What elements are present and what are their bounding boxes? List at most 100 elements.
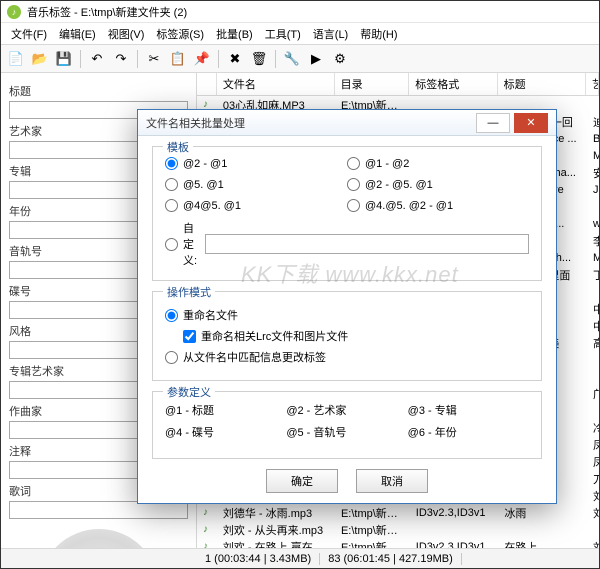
toolbar-btn[interactable]: 📋 [167,48,189,70]
cell-artist: 高胜美 [587,335,599,351]
radio-tpl-4[interactable] [347,178,360,191]
menu-batch[interactable]: 批量(B) [210,24,259,44]
toolbar-btn[interactable]: 📂 [29,48,51,70]
toolbar-separator [218,50,219,68]
param-3: @3 - 专辑 [408,402,529,418]
col-artist[interactable]: 艺术家 [586,73,599,95]
cancel-button[interactable]: 取消 [356,469,428,493]
status-selection: 1 (00:03:44 | 3.43MB) [197,553,320,565]
menu-view[interactable]: 视图(V) [102,24,151,44]
input-custom-template[interactable] [205,234,529,254]
radio-tpl-2[interactable] [347,157,360,170]
param-2: @2 - 艺术家 [286,402,407,418]
album-art-placeholder[interactable] [39,529,159,548]
cell-dir: E:\tmp\新建... [335,505,410,521]
main-toolbar: 📄 📂 💾 ↶ ↷ ✂ 📋 📌 ✖ 🗑 🔧 ▶ ⚙ [1,45,599,73]
dialog-close-button[interactable]: ✕ [514,113,548,133]
toolbar-btn[interactable]: ↶ [86,48,108,70]
cell-title: 冰雨 [498,505,587,521]
table-row[interactable]: ♪刘欢 - 从头再来.mp3E:\tmp\新建... [197,521,599,538]
param-5: @5 - 音轨号 [286,424,407,440]
param-6: @6 - 年份 [408,424,529,440]
radio-rename-file[interactable] [165,309,178,322]
radio-tpl-5[interactable] [165,199,178,212]
toolbar-separator [80,50,81,68]
toolbar-btn[interactable]: 🔧 [281,48,303,70]
cell-artist: Bon Jovi [587,133,599,145]
radio-parse-filename[interactable] [165,351,178,364]
dialog-titlebar[interactable]: 文件名相关批量处理 — ✕ [138,110,556,136]
col-directory[interactable]: 目录 [335,73,410,95]
toolbar-btn[interactable]: ✖ [224,48,246,70]
music-icon: ♪ [197,507,217,518]
cell-fmt: ID3v2.3,ID3v1 [410,507,499,519]
cell-fmt: ID3v2.3,ID3v1 [410,541,499,549]
menu-tools[interactable]: 工具(T) [259,24,307,44]
cell-artist: 迪士高 [587,114,599,130]
toolbar-btn[interactable]: ✂ [143,48,165,70]
cell-artist: Maria Arredon... [587,150,599,162]
toolbar-btn[interactable]: ▶ [305,48,327,70]
menu-tagsource[interactable]: 标签源(S) [150,24,210,44]
dialog-minimize-button[interactable]: — [476,113,510,133]
cell-artist: Jay-Z Feat Lin... [587,184,599,196]
cell-artist: 安立奎 [587,165,599,181]
window-titlebar: ♪ 音乐标签 - E:\tmp\新建文件夹 (2) [1,1,599,23]
group-mode-label: 操作模式 [163,284,215,300]
toolbar-separator [275,50,276,68]
toolbar-btn[interactable]: 🗑 [248,48,270,70]
cell-artist: 刘德华 [587,505,599,521]
menu-file[interactable]: 文件(F) [5,24,53,44]
cell-name: 刘欢 - 在路上 赢在... [217,539,335,549]
menu-language[interactable]: 语言(L) [307,24,354,44]
music-icon: ♪ [197,541,217,548]
cell-artist: 刘欢 [587,539,599,549]
cell-artist: 刀郎 [587,471,599,487]
toolbar-btn[interactable]: ↷ [110,48,132,70]
col-title[interactable]: 标题 [498,73,586,95]
col-filename[interactable]: 文件名 [217,73,335,95]
cell-artist: Moonlight Sh... [587,252,599,264]
ok-button[interactable]: 确定 [266,469,338,493]
cell-title: 在路上 [498,539,587,549]
cell-artist: 凤凰传奇 [587,454,599,470]
window-title: 音乐标签 - E:\tmp\新建文件夹 (2) [27,4,187,20]
toolbar-btn[interactable]: ⚙ [329,48,351,70]
table-row[interactable]: ♪刘德华 - 冰雨.mp3E:\tmp\新建...ID3v2.3,ID3v1冰雨… [197,504,599,521]
radio-tpl-1[interactable] [165,157,178,170]
radio-tpl-3[interactable] [165,178,178,191]
toolbar-separator [137,50,138,68]
col-tagformat[interactable]: 标签格式 [409,73,497,95]
toolbar-btn[interactable]: 📄 [5,48,27,70]
toolbar-btn[interactable]: 📌 [191,48,213,70]
cell-artist: 中国古筝经典... [587,318,599,334]
param-4: @4 - 碟号 [165,424,286,440]
batch-filename-dialog: 文件名相关批量处理 — ✕ 模板 @2 - @1 @1 - @2 @5. @1 … [137,109,557,504]
radio-tpl-custom[interactable] [165,238,178,251]
col-icon[interactable] [197,73,217,95]
cell-dir: E:\tmp\新建... [335,539,410,549]
main-menubar: 文件(F) 编辑(E) 视图(V) 标签源(S) 批量(B) 工具(T) 语言(… [1,23,599,45]
menu-help[interactable]: 帮助(H) [354,24,403,44]
cell-artist: 丁邦&樊桐舟 [587,267,599,283]
cell-artist: www.djttt.co... [587,218,599,230]
dialog-title-text: 文件名相关批量处理 [146,115,476,131]
group-template-label: 模板 [163,139,193,155]
group-params-label: 参数定义 [163,384,215,400]
cell-name: 刘德华 - 冰雨.mp3 [217,505,335,521]
music-icon: ♪ [197,524,217,535]
toolbar-btn[interactable]: 💾 [53,48,75,70]
cell-artist: 李克勤 [587,233,599,249]
radio-tpl-6[interactable] [347,199,360,212]
cell-artist: 中国古筝经典... [587,301,599,317]
checkbox-rename-related[interactable] [183,330,196,343]
app-icon: ♪ [7,5,21,19]
status-total: 83 (06:01:45 | 427.19MB) [320,553,462,565]
cell-artist: 刘德华 [587,488,599,504]
table-row[interactable]: ♪刘欢 - 在路上 赢在...E:\tmp\新建...ID3v2.3,ID3v1… [197,538,599,548]
cell-name: 刘欢 - 从头再来.mp3 [217,522,335,538]
cell-artist: 冷漠 [587,420,599,436]
statusbar: 1 (00:03:44 | 3.43MB) 83 (06:01:45 | 427… [1,548,599,568]
cell-artist: 邝美云 [587,386,599,402]
menu-edit[interactable]: 编辑(E) [53,24,102,44]
